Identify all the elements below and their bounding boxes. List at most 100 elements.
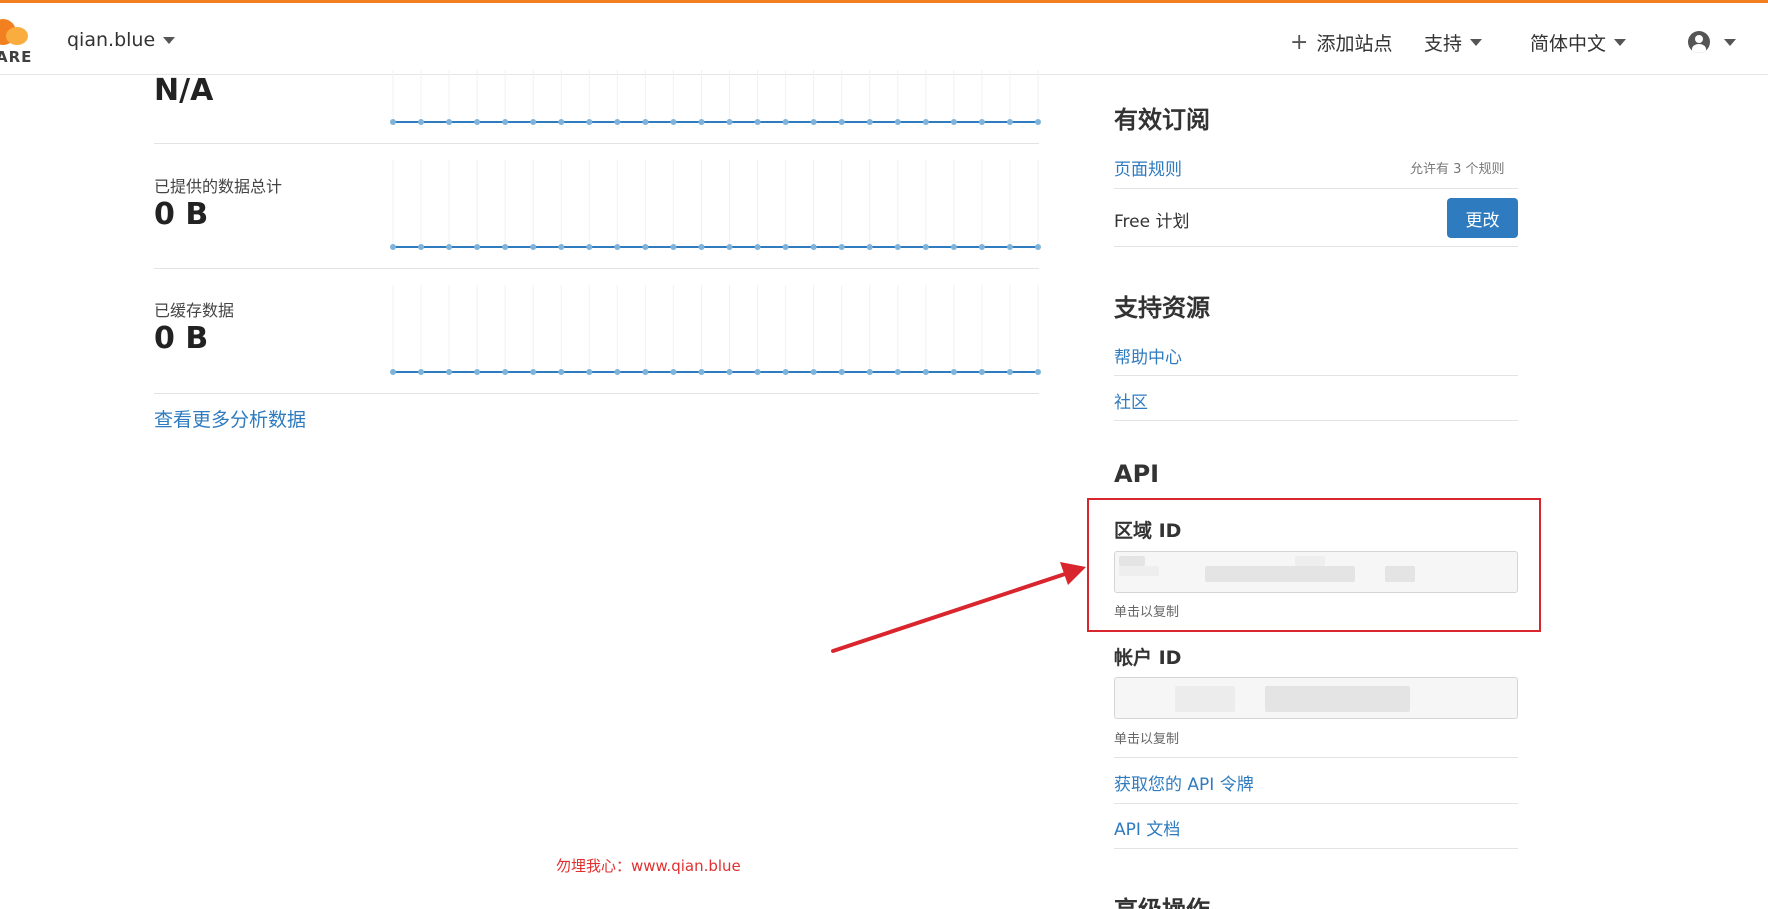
sparkline-point [614, 119, 621, 125]
change-plan-button[interactable]: 更改 [1447, 198, 1518, 238]
sparkline-point [586, 119, 593, 125]
sparkline-point [698, 244, 705, 250]
sparkline-point [446, 244, 453, 250]
sparkline-point [502, 369, 509, 375]
sparkline-point [390, 119, 396, 125]
user-menu[interactable] [1688, 31, 1736, 53]
sparkline-point [726, 369, 733, 375]
sparkline-point [614, 244, 621, 250]
account-id-hint: 单击以复制 [1114, 732, 1180, 747]
sparkline-point [558, 119, 565, 125]
sparkline-point [810, 244, 817, 250]
sparkline-point [1035, 244, 1041, 250]
divider [1114, 803, 1518, 804]
plan-name: Free 计划 [1114, 212, 1190, 232]
sparkline-point [1006, 119, 1013, 125]
divider [1114, 246, 1518, 247]
get-api-token-link[interactable]: 获取您的 API 令牌 [1114, 770, 1254, 795]
sparkline-point [978, 244, 985, 250]
logo-cloud-highlight [6, 27, 28, 45]
sparkline-point [530, 369, 537, 375]
advanced-actions-title: 高级操作 [1114, 890, 1210, 909]
sparkline-point [390, 244, 396, 250]
sparkline-point [978, 119, 985, 125]
sparkline-point [670, 244, 677, 250]
cloudflare-logo[interactable]: ARE [0, 13, 34, 65]
sparkline-point [1035, 119, 1041, 125]
sparkline-point [1006, 244, 1013, 250]
page-rules-note: 允许有 3 个规则 [1410, 162, 1505, 177]
sparkline-point [698, 369, 705, 375]
sparkline-point [530, 244, 537, 250]
sparkline-point [1006, 369, 1013, 375]
sparkline-point [642, 244, 649, 250]
sparkline-point [950, 244, 957, 250]
language-label: 简体中文 [1530, 33, 1607, 55]
sparkline-point [530, 119, 537, 125]
sparkline-point [642, 119, 649, 125]
chevron-down-icon [1724, 38, 1736, 46]
arrow-head [1060, 562, 1086, 585]
sparkline-chart-3 [390, 285, 1041, 375]
sparkline-point [810, 369, 817, 375]
support-menu[interactable]: 支持 [1424, 29, 1483, 56]
sparkline-point [586, 244, 593, 250]
help-center-link[interactable]: 帮助中心 [1114, 343, 1182, 368]
account-id-field[interactable] [1114, 677, 1518, 719]
zone-selector[interactable]: qian.blue [67, 29, 176, 51]
divider [1114, 757, 1518, 758]
page-rules-link[interactable]: 页面规则 [1114, 155, 1182, 180]
metric-value: 0 B [154, 197, 209, 232]
sparkline-point [754, 244, 761, 250]
chevron-down-icon [1614, 39, 1627, 46]
chevron-down-icon [1470, 39, 1483, 46]
account-id-label: 帐户 ID [1114, 647, 1182, 669]
sparkline-point [838, 369, 845, 375]
divider [154, 393, 1039, 394]
sparkline-point [810, 119, 817, 125]
annotation-arrow [831, 562, 1086, 653]
sparkline-point [418, 244, 425, 250]
view-more-analytics-link[interactable]: 查看更多分析数据 [154, 405, 306, 432]
metric-label: 已提供的数据总计 [154, 177, 283, 196]
subscriptions-title: 有效订阅 [1114, 106, 1210, 134]
add-site-label: 添加站点 [1316, 33, 1393, 55]
redacted-block [1265, 686, 1410, 712]
annotation-highlight-box [1087, 498, 1541, 632]
sparkline-chart-2 [390, 160, 1041, 250]
sparkline-point [782, 244, 789, 250]
sparkline-point [922, 119, 929, 125]
watermark-text: 勿埋我心：www.qian.blue [556, 857, 741, 875]
sparkline-chart-1 [390, 70, 1041, 125]
redacted-block [1175, 686, 1235, 712]
chevron-down-icon [163, 36, 176, 44]
language-menu[interactable]: 简体中文 [1530, 29, 1627, 56]
sparkline-point [894, 119, 901, 125]
sparkline-point [670, 119, 677, 125]
sparkline-point [670, 369, 677, 375]
support-resources-title: 支持资源 [1114, 294, 1210, 322]
community-link[interactable]: 社区 [1114, 388, 1148, 413]
sparkline-point [866, 119, 873, 125]
sparkline-point [894, 244, 901, 250]
support-label: 支持 [1424, 33, 1463, 55]
sparkline-point [502, 244, 509, 250]
sparkline-point [922, 369, 929, 375]
sparkline-point [838, 119, 845, 125]
sparkline-point [754, 369, 761, 375]
sparkline-point [1035, 369, 1041, 375]
sparkline-point [866, 244, 873, 250]
zone-name: qian.blue [67, 29, 156, 51]
top-bar: ARE qian.blue + 添加站点 支持 简体中文 [0, 0, 1768, 75]
sparkline-point [446, 119, 453, 125]
sparkline-point [614, 369, 621, 375]
sparkline-point [866, 369, 873, 375]
sparkline-point [474, 244, 481, 250]
plus-icon: + [1290, 29, 1309, 55]
metric-label: 已缓存数据 [154, 301, 235, 320]
api-docs-link[interactable]: API 文档 [1114, 815, 1180, 840]
add-site-button[interactable]: + 添加站点 [1290, 29, 1392, 56]
api-title: API [1114, 460, 1160, 488]
sparkline-point [390, 369, 396, 375]
sparkline-point [894, 369, 901, 375]
